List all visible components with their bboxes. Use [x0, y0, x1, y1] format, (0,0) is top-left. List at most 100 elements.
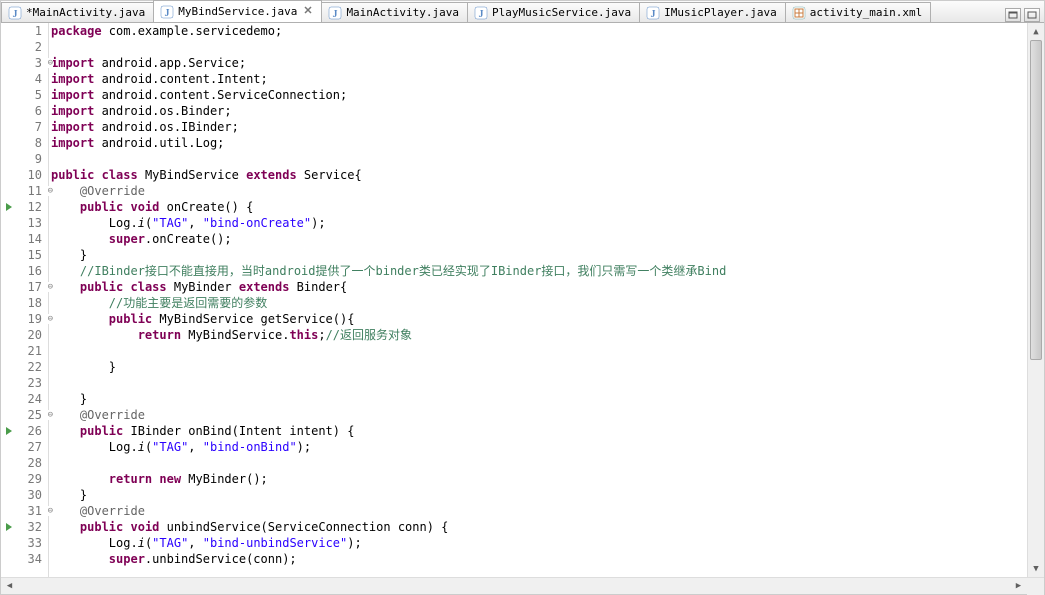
- gutter-line[interactable]: 15: [1, 247, 48, 263]
- scroll-left-arrow[interactable]: ◀: [1, 578, 18, 594]
- code-line[interactable]: Log.i("TAG", "bind-onCreate");: [51, 215, 1027, 231]
- code-line[interactable]: super.onCreate();: [51, 231, 1027, 247]
- gutter[interactable]: 123⊖4567891011⊖121314151617⊖1819⊖2021222…: [1, 23, 49, 577]
- gutter-line[interactable]: 34: [1, 551, 48, 567]
- code-line[interactable]: @Override: [51, 503, 1027, 519]
- code-line[interactable]: import android.content.Intent;: [51, 71, 1027, 87]
- code-line[interactable]: }: [51, 487, 1027, 503]
- code-line[interactable]: [51, 375, 1027, 391]
- code-line[interactable]: public void unbindService(ServiceConnect…: [51, 519, 1027, 535]
- java-file-icon: J: [328, 6, 342, 20]
- code-line[interactable]: import android.app.Service;: [51, 55, 1027, 71]
- code-line[interactable]: Log.i("TAG", "bind-onBind");: [51, 439, 1027, 455]
- gutter-line[interactable]: 21: [1, 343, 48, 359]
- tab-label: *MainActivity.java: [26, 6, 145, 19]
- code-line[interactable]: import android.content.ServiceConnection…: [51, 87, 1027, 103]
- gutter-line[interactable]: 6: [1, 103, 48, 119]
- scroll-up-arrow[interactable]: ▲: [1028, 23, 1044, 40]
- override-marker-icon[interactable]: [3, 203, 15, 211]
- code-line[interactable]: //IBinder接口不能直接用，当时android提供了一个binder类已经…: [51, 263, 1027, 279]
- gutter-line[interactable]: 16: [1, 263, 48, 279]
- code-line[interactable]: return new MyBinder();: [51, 471, 1027, 487]
- code-line[interactable]: return MyBindService.this;//返回服务对象: [51, 327, 1027, 343]
- code-line[interactable]: public class MyBinder extends Binder{: [51, 279, 1027, 295]
- gutter-line[interactable]: 29: [1, 471, 48, 487]
- code-line[interactable]: @Override: [51, 407, 1027, 423]
- gutter-line[interactable]: 28: [1, 455, 48, 471]
- gutter-line[interactable]: 27: [1, 439, 48, 455]
- code-line[interactable]: import android.os.IBinder;: [51, 119, 1027, 135]
- gutter-line[interactable]: 13: [1, 215, 48, 231]
- code-line[interactable]: [51, 39, 1027, 55]
- gutter-line[interactable]: 33: [1, 535, 48, 551]
- override-marker-icon[interactable]: [3, 427, 15, 435]
- line-number: 27: [28, 440, 42, 454]
- code-line[interactable]: }: [51, 391, 1027, 407]
- tab-activity-main-xml[interactable]: activity_main.xml: [785, 2, 932, 22]
- gutter-line[interactable]: 11⊖: [1, 183, 48, 199]
- gutter-line[interactable]: 22: [1, 359, 48, 375]
- tab-mainactivity-java[interactable]: JMainActivity.java: [321, 2, 468, 22]
- scroll-right-arrow[interactable]: ▶: [1010, 578, 1027, 594]
- fold-toggle-icon[interactable]: ⊖: [48, 186, 53, 196]
- gutter-line[interactable]: 25⊖: [1, 407, 48, 423]
- code-line[interactable]: [51, 151, 1027, 167]
- fold-toggle-icon[interactable]: ⊖: [48, 58, 53, 68]
- gutter-line[interactable]: 10: [1, 167, 48, 183]
- gutter-line[interactable]: 8: [1, 135, 48, 151]
- tab-playmusicservice-java[interactable]: JPlayMusicService.java: [467, 2, 640, 22]
- code-line[interactable]: public IBinder onBind(Intent intent) {: [51, 423, 1027, 439]
- gutter-line[interactable]: 7: [1, 119, 48, 135]
- gutter-line[interactable]: 17⊖: [1, 279, 48, 295]
- gutter-line[interactable]: 19⊖: [1, 311, 48, 327]
- svg-text:J: J: [651, 9, 656, 20]
- code-line[interactable]: public MyBindService getService(){: [51, 311, 1027, 327]
- code-line[interactable]: @Override: [51, 183, 1027, 199]
- gutter-line[interactable]: 14: [1, 231, 48, 247]
- fold-toggle-icon[interactable]: ⊖: [48, 282, 53, 292]
- code-line[interactable]: //功能主要是返回需要的参数: [51, 295, 1027, 311]
- scroll-track-h[interactable]: [18, 578, 1010, 594]
- gutter-line[interactable]: 30: [1, 487, 48, 503]
- maximize-button[interactable]: [1024, 8, 1040, 22]
- gutter-line[interactable]: 2: [1, 39, 48, 55]
- gutter-line[interactable]: 24: [1, 391, 48, 407]
- gutter-line[interactable]: 23: [1, 375, 48, 391]
- code-line[interactable]: }: [51, 359, 1027, 375]
- fold-toggle-icon[interactable]: ⊖: [48, 410, 53, 420]
- code-line[interactable]: public void onCreate() {: [51, 199, 1027, 215]
- fold-toggle-icon[interactable]: ⊖: [48, 314, 53, 324]
- code-line[interactable]: Log.i("TAG", "bind-unbindService");: [51, 535, 1027, 551]
- code-line[interactable]: public class MyBindService extends Servi…: [51, 167, 1027, 183]
- tab--mainactivity-java[interactable]: J*MainActivity.java: [1, 2, 154, 22]
- gutter-line[interactable]: 9: [1, 151, 48, 167]
- tab-imusicplayer-java[interactable]: JIMusicPlayer.java: [639, 2, 786, 22]
- code-line[interactable]: [51, 455, 1027, 471]
- code-line[interactable]: }: [51, 247, 1027, 263]
- scroll-down-arrow[interactable]: ▼: [1028, 560, 1044, 577]
- gutter-line[interactable]: 26: [1, 423, 48, 439]
- minimize-button[interactable]: [1005, 8, 1021, 22]
- scroll-thumb-v[interactable]: [1030, 40, 1042, 360]
- gutter-line[interactable]: 31⊖: [1, 503, 48, 519]
- gutter-line[interactable]: 1: [1, 23, 48, 39]
- code-line[interactable]: package com.example.servicedemo;: [51, 23, 1027, 39]
- horizontal-scrollbar[interactable]: ◀ ▶: [1, 577, 1044, 594]
- tab-mybindservice-java[interactable]: JMyBindService.java: [153, 0, 322, 22]
- gutter-line[interactable]: 5: [1, 87, 48, 103]
- code-line[interactable]: [51, 343, 1027, 359]
- close-icon[interactable]: [303, 5, 313, 18]
- gutter-line[interactable]: 18: [1, 295, 48, 311]
- code-line[interactable]: import android.util.Log;: [51, 135, 1027, 151]
- code-area[interactable]: package com.example.servicedemo; import a…: [49, 23, 1027, 577]
- gutter-line[interactable]: 12: [1, 199, 48, 215]
- vertical-scrollbar[interactable]: ▲ ▼: [1027, 23, 1044, 577]
- gutter-line[interactable]: 3⊖: [1, 55, 48, 71]
- override-marker-icon[interactable]: [3, 523, 15, 531]
- code-line[interactable]: super.unbindService(conn);: [51, 551, 1027, 567]
- gutter-line[interactable]: 4: [1, 71, 48, 87]
- fold-toggle-icon[interactable]: ⊖: [48, 506, 53, 516]
- gutter-line[interactable]: 20: [1, 327, 48, 343]
- gutter-line[interactable]: 32: [1, 519, 48, 535]
- code-line[interactable]: import android.os.Binder;: [51, 103, 1027, 119]
